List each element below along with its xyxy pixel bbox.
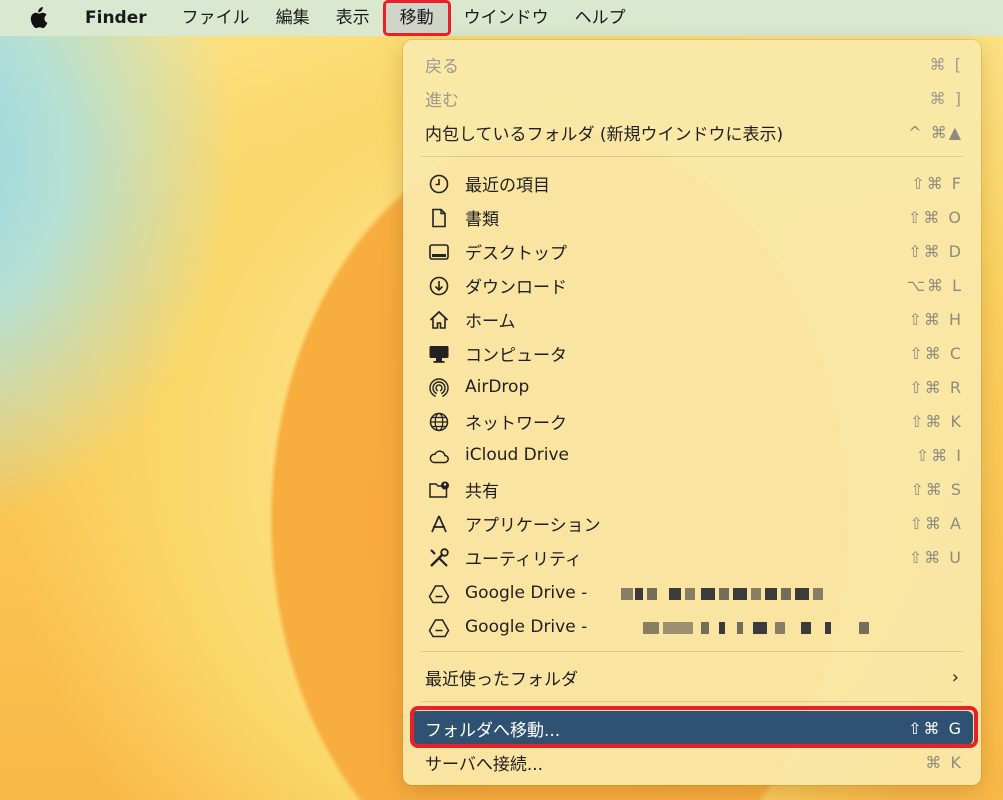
apple-icon: [30, 7, 48, 29]
separator: [421, 701, 963, 702]
shortcut: ⇧⌘ I: [915, 445, 963, 465]
applications-icon: [431, 515, 447, 533]
shared-folder-icon: [429, 481, 449, 498]
menu-go[interactable]: 移動: [382, 0, 451, 36]
shortcut: ^ ⌘▲: [908, 122, 963, 142]
menu-app-finder[interactable]: Finder: [72, 0, 169, 36]
menu-item-label: 最近の項目: [465, 175, 550, 196]
document-icon: [432, 208, 446, 228]
menu-item-documents[interactable]: 書類 ⇧⌘ O: [411, 200, 973, 234]
home-icon: [429, 310, 449, 329]
shortcut: ⌘ ]: [929, 88, 963, 108]
menu-item-label: ダウンロード: [465, 277, 567, 298]
menu-item-label: コンピュータ: [465, 345, 567, 366]
shortcut: ⌘ [: [929, 54, 963, 74]
menu-view[interactable]: 表示: [323, 0, 383, 36]
menu-bar: Finder ファイル 編集 表示 移動 ウインドウ ヘルプ: [0, 0, 1003, 36]
shortcut: ⇧⌘ C: [909, 343, 963, 363]
network-icon: [429, 412, 449, 432]
menu-item-back[interactable]: 戻る ⌘ [: [411, 47, 973, 81]
cloud-icon: [429, 450, 449, 464]
clock-icon: [429, 174, 449, 194]
google-drive-icon: [428, 585, 450, 604]
menu-file[interactable]: ファイル: [169, 0, 263, 36]
menu-item-desktop[interactable]: デスクトップ ⇧⌘ D: [411, 234, 973, 268]
menu-item-label: 書類: [465, 209, 499, 230]
shortcut: ⇧⌘ O: [907, 207, 963, 227]
menu-item-label: サーバへ接続...: [425, 754, 544, 775]
menu-item-icloud-drive[interactable]: iCloud Drive ⇧⌘ I: [411, 438, 973, 472]
shortcut: ⇧⌘ R: [909, 377, 963, 397]
menu-item-label: 戻る: [425, 56, 459, 77]
computer-icon: [429, 346, 449, 363]
go-menu-dropdown: 戻る ⌘ [ 進む ⌘ ] 内包しているフォルダ (新規ウインドウに表示) ^ …: [403, 40, 981, 785]
shortcut: ⇧⌘ F: [911, 173, 963, 193]
google-drive-icon: [428, 619, 450, 638]
menu-item-home[interactable]: ホーム ⇧⌘ H: [411, 302, 973, 336]
apple-menu[interactable]: [0, 0, 72, 36]
menu-item-label: Google Drive -: [465, 617, 588, 637]
menu-item-downloads[interactable]: ダウンロード ⌥⌘ L: [411, 268, 973, 302]
wallpaper-accent: [0, 36, 300, 800]
menu-edit[interactable]: 編集: [263, 0, 323, 36]
menu-item-enclosing-folder[interactable]: 内包しているフォルダ (新規ウインドウに表示) ^ ⌘▲: [411, 115, 973, 149]
menu-item-label: AirDrop: [465, 377, 530, 397]
menu-item-applications[interactable]: アプリケーション ⇧⌘ A: [411, 506, 973, 540]
menu-item-label: デスクトップ: [465, 243, 567, 264]
menu-item-recents[interactable]: 最近の項目 ⇧⌘ F: [411, 166, 973, 200]
menu-item-network[interactable]: ネットワーク ⇧⌘ K: [411, 404, 973, 438]
separator: [421, 651, 963, 652]
menu-item-label: 共有: [465, 481, 499, 502]
shortcut: ⌘ K: [925, 752, 963, 772]
airdrop-icon: [429, 378, 449, 398]
menu-item-google-drive-2[interactable]: Google Drive -: [411, 610, 973, 644]
menu-item-shared[interactable]: 共有 ⇧⌘ S: [411, 472, 973, 506]
menu-item-label: ユーティリティ: [465, 549, 582, 570]
shortcut: ⇧⌘ D: [908, 241, 963, 261]
menu-item-recent-folders[interactable]: 最近使ったフォルダ ›: [411, 660, 973, 694]
menu-item-label: アプリケーション: [465, 515, 601, 536]
shortcut: ⇧⌘ A: [909, 513, 963, 533]
menu-item-label: Google Drive -: [465, 583, 588, 603]
menu-item-label: iCloud Drive: [465, 445, 570, 465]
annotation-highlight-box: [410, 706, 978, 748]
menu-item-label: ネットワーク: [465, 413, 567, 434]
download-icon: [429, 276, 449, 296]
shortcut: ⇧⌘ U: [908, 547, 963, 567]
menu-item-label: 進む: [425, 90, 459, 111]
menu-item-computer[interactable]: コンピュータ ⇧⌘ C: [411, 336, 973, 370]
menu-item-label: 最近使ったフォルダ: [425, 669, 578, 690]
redacted-account: [621, 588, 831, 600]
desktop-icon: [429, 244, 449, 260]
menu-item-connect-to-server[interactable]: サーバへ接続... ⌘ K: [411, 745, 973, 779]
menu-item-forward[interactable]: 進む ⌘ ]: [411, 81, 973, 115]
shortcut: ⌥⌘ L: [906, 275, 963, 295]
shortcut: ⇧⌘ K: [910, 411, 963, 431]
chevron-right-icon: ›: [951, 666, 959, 688]
menu-item-airdrop[interactable]: AirDrop ⇧⌘ R: [411, 370, 973, 404]
utilities-icon: [430, 548, 449, 567]
menu-item-utilities[interactable]: ユーティリティ ⇧⌘ U: [411, 540, 973, 574]
menu-window[interactable]: ウインドウ: [451, 0, 562, 36]
menu-item-label: 内包しているフォルダ (新規ウインドウに表示): [425, 124, 784, 145]
menu-item-label: ホーム: [465, 311, 516, 332]
separator: [421, 156, 963, 157]
redacted-account: [643, 622, 883, 634]
shortcut: ⇧⌘ H: [908, 309, 963, 329]
menu-help[interactable]: ヘルプ: [562, 0, 639, 36]
menu-item-google-drive-1[interactable]: Google Drive -: [411, 576, 973, 610]
shortcut: ⇧⌘ S: [910, 479, 963, 499]
